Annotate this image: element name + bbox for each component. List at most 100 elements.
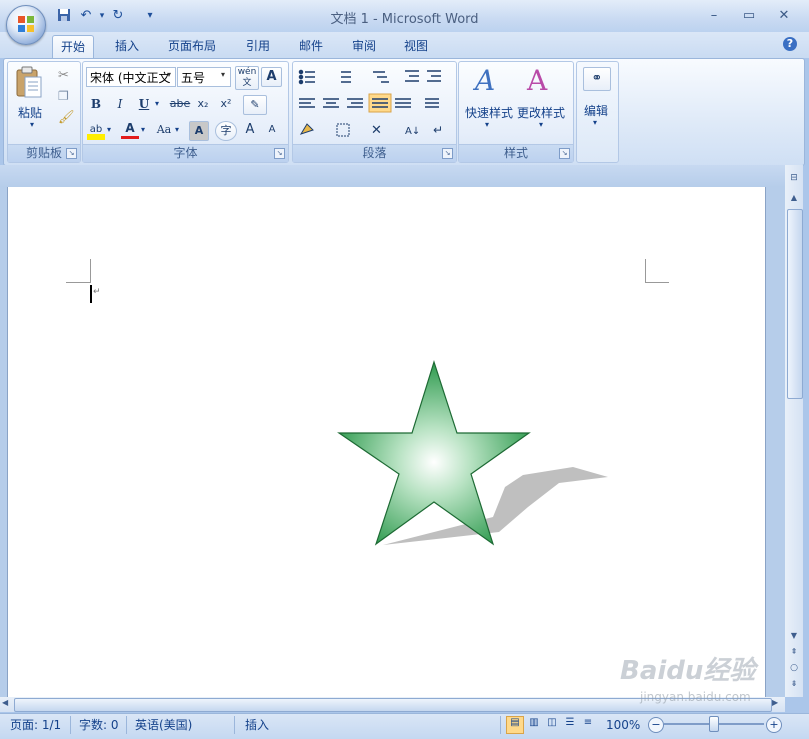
grow-font-button[interactable]: A bbox=[241, 120, 259, 140]
paste-button[interactable]: 粘贴 ▾ bbox=[14, 66, 48, 129]
enclose-char-button[interactable]: 字 bbox=[215, 121, 237, 141]
font-color-button[interactable]: A bbox=[121, 120, 139, 139]
vertical-scroll-thumb[interactable] bbox=[787, 209, 803, 399]
tab-insert[interactable]: 插入 bbox=[107, 35, 147, 58]
font-size-dropdown-icon[interactable]: ▾ bbox=[221, 70, 225, 79]
zoom-in-icon[interactable]: + bbox=[766, 717, 782, 733]
close-button[interactable]: ✕ bbox=[770, 6, 798, 26]
tab-references[interactable]: 引用 bbox=[238, 35, 278, 58]
draft-icon[interactable]: ≡ bbox=[580, 717, 596, 733]
select-browse-object-icon[interactable]: ○ bbox=[787, 663, 801, 677]
bold-button[interactable]: B bbox=[87, 94, 105, 114]
vertical-scrollbar[interactable]: ⊟ ▲ ▼ ⇞ ○ ⇟ bbox=[785, 165, 803, 697]
editing-label: 编辑 bbox=[584, 104, 609, 118]
underline-dropdown-icon[interactable]: ▾ bbox=[155, 99, 159, 108]
tab-mailings[interactable]: 邮件 bbox=[291, 35, 331, 58]
increase-indent-icon[interactable] bbox=[427, 70, 441, 82]
scroll-right-icon[interactable]: ▶ bbox=[772, 698, 784, 711]
full-screen-reading-icon[interactable]: ▥ bbox=[526, 717, 542, 733]
change-styles-button[interactable]: A 更改样式 ▾ bbox=[515, 64, 571, 129]
subscript-button[interactable]: x₂ bbox=[193, 94, 213, 114]
scroll-up-icon[interactable]: ▲ bbox=[787, 193, 801, 207]
editing-group[interactable]: ⚭ 编辑 ▾ bbox=[576, 61, 619, 163]
maximize-button[interactable]: ▭ bbox=[735, 6, 763, 26]
star-shape[interactable] bbox=[333, 357, 618, 552]
chinese-layout-icon[interactable]: ✕ bbox=[371, 123, 382, 138]
align-left-icon[interactable] bbox=[299, 98, 315, 108]
status-language[interactable]: 英语(美国) bbox=[135, 716, 192, 734]
phonetic-guide-button[interactable]: wén 文 bbox=[235, 66, 259, 90]
tab-page-layout[interactable]: 页面布局 bbox=[160, 35, 224, 58]
watermark-logo: Baidu经验 bbox=[620, 656, 756, 686]
status-separator bbox=[234, 716, 235, 734]
clipboard-group: 粘贴 ▾ ✂ ❐ 🖌 剪贴板 ↘ bbox=[7, 61, 81, 163]
highlight-dropdown-icon[interactable]: ▾ bbox=[107, 125, 111, 134]
zoom-out-icon[interactable]: − bbox=[648, 717, 664, 733]
paste-dropdown-icon: ▾ bbox=[30, 120, 35, 129]
char-shading-button[interactable]: A bbox=[189, 121, 209, 141]
styles-launcher-icon[interactable]: ↘ bbox=[559, 148, 570, 159]
document-page[interactable]: ↵ bbox=[7, 187, 766, 697]
strikethrough-button[interactable]: abe bbox=[169, 94, 191, 114]
font-name-dropdown-icon[interactable]: ▾ bbox=[167, 70, 171, 79]
watermark-url: jingyan.baidu.com bbox=[640, 690, 751, 704]
paste-label: 粘贴 bbox=[18, 106, 43, 120]
char-border-button[interactable]: A bbox=[261, 67, 282, 87]
copy-icon[interactable]: ❐ bbox=[58, 89, 69, 103]
status-word-count[interactable]: 字数: 0 bbox=[79, 716, 119, 734]
scroll-down-icon[interactable]: ▼ bbox=[787, 631, 801, 645]
help-icon[interactable]: ? bbox=[783, 37, 797, 51]
multilevel-list-icon[interactable] bbox=[373, 71, 389, 83]
editing-dropdown-icon: ▾ bbox=[593, 118, 598, 127]
status-page[interactable]: 页面: 1/1 bbox=[10, 716, 61, 734]
paragraph-launcher-icon[interactable]: ↘ bbox=[442, 148, 453, 159]
svg-text:✕: ✕ bbox=[371, 123, 382, 138]
clipboard-launcher-icon[interactable]: ↘ bbox=[66, 148, 77, 159]
highlight-button[interactable]: ab bbox=[87, 120, 105, 140]
quick-styles-button[interactable]: A 快速样式 ▾ bbox=[461, 64, 515, 129]
previous-page-icon[interactable]: ⇞ bbox=[787, 647, 801, 661]
scroll-left-icon[interactable]: ◀ bbox=[2, 698, 14, 711]
borders-icon[interactable] bbox=[336, 123, 350, 137]
change-case-dropdown-icon[interactable]: ▾ bbox=[175, 125, 179, 134]
italic-button[interactable]: I bbox=[111, 94, 129, 114]
font-launcher-icon[interactable]: ↘ bbox=[274, 148, 285, 159]
tab-review[interactable]: 审阅 bbox=[344, 35, 384, 58]
superscript-button[interactable]: x² bbox=[216, 94, 236, 114]
underline-button[interactable]: U bbox=[135, 94, 153, 114]
zoom-slider-thumb[interactable] bbox=[709, 716, 719, 732]
sort-icon[interactable]: A↓ bbox=[405, 126, 420, 137]
font-color-dropdown-icon[interactable]: ▾ bbox=[141, 125, 145, 134]
minimize-button[interactable]: – bbox=[700, 6, 728, 26]
line-spacing-icon[interactable] bbox=[425, 98, 439, 108]
next-page-icon[interactable]: ⇟ bbox=[787, 679, 801, 693]
font-group-label: 字体 bbox=[83, 144, 288, 162]
decrease-indent-icon[interactable] bbox=[405, 70, 419, 82]
tab-view[interactable]: 视图 bbox=[396, 35, 436, 58]
web-layout-icon[interactable]: ◫ bbox=[544, 717, 560, 733]
crop-mark-right-v bbox=[645, 259, 646, 283]
numbering-icon[interactable] bbox=[341, 71, 351, 83]
zoom-level[interactable]: 100% bbox=[606, 716, 640, 734]
bullets-icon[interactable] bbox=[298, 69, 316, 85]
tab-home[interactable]: 开始 bbox=[52, 35, 95, 59]
distributed-icon[interactable] bbox=[395, 98, 411, 108]
outline-icon[interactable]: ☰ bbox=[562, 717, 578, 733]
quick-styles-label: 快速样式 bbox=[465, 106, 514, 120]
show-marks-icon[interactable]: ↵ bbox=[433, 123, 443, 137]
crop-mark-left-h bbox=[66, 282, 90, 283]
status-separator bbox=[70, 716, 71, 734]
print-layout-icon[interactable]: ▤ bbox=[506, 716, 524, 734]
change-case-button[interactable]: Aa bbox=[153, 120, 175, 140]
office-button[interactable] bbox=[6, 5, 46, 45]
shrink-font-button[interactable]: A bbox=[263, 120, 281, 140]
align-center-icon[interactable] bbox=[323, 98, 339, 108]
cut-icon[interactable]: ✂ bbox=[58, 68, 69, 83]
ruler-toggle-icon[interactable]: ⊟ bbox=[788, 173, 800, 185]
shading-icon[interactable] bbox=[299, 123, 314, 135]
format-painter-icon[interactable]: 🖌 bbox=[58, 110, 75, 125]
align-right-icon[interactable] bbox=[347, 98, 363, 108]
font-name-combo[interactable]: 宋体 (中文正文 bbox=[86, 67, 176, 87]
clear-formatting-icon[interactable]: ✎ bbox=[243, 95, 267, 115]
status-insert-mode[interactable]: 插入 bbox=[245, 716, 269, 734]
